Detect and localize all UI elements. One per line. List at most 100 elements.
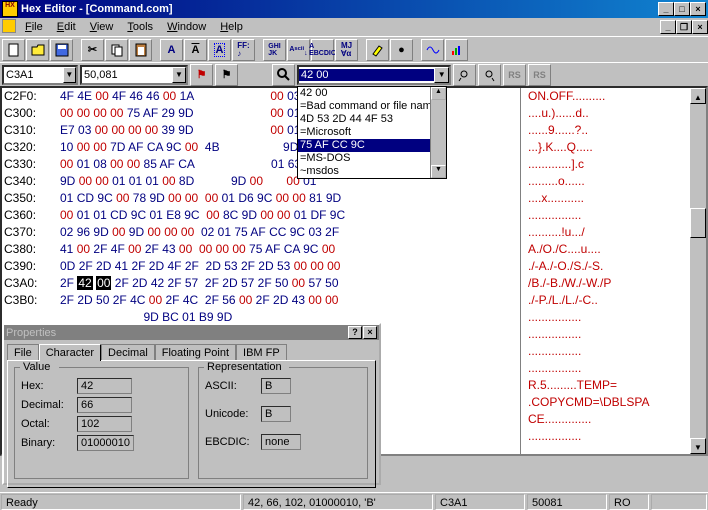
wave-button[interactable] [421,39,444,61]
open-button[interactable] [26,39,49,61]
mdi-restore-button[interactable]: ❐ [676,20,692,34]
address-dropdown-button[interactable]: ▼ [63,67,76,83]
search-combo[interactable]: ▼ [297,65,451,85]
tab-decimal[interactable]: Decimal [101,344,155,361]
offset-input[interactable] [82,69,172,81]
mdi-minimize-button[interactable]: _ [660,20,676,34]
flag-red-button[interactable]: ⚑ [190,64,213,86]
tab-character[interactable]: Character [39,344,101,361]
row-bytes[interactable]: 01 CD 9C 00 78 9D 00 00 00 01 D6 9C 00 0… [52,190,345,207]
row-bytes[interactable]: E7 03 00 00 00 00 39 9D 00 01 [52,122,304,139]
format-a3-button[interactable]: A [208,39,231,61]
hex-row[interactable]: C380:41 00 2F 4F 00 2F 43 00 00 00 00 75… [2,241,706,258]
tool-ghi-button[interactable]: GHIJK [263,39,286,61]
row-ascii[interactable]: ....u.)......d.. [528,105,589,122]
dropdown-item[interactable]: 42 00 [298,87,446,100]
hex-row[interactable]: C350:01 CD 9C 00 78 9D 00 00 00 01 D6 9C… [2,190,706,207]
chart-button[interactable] [445,39,468,61]
format-a2-button[interactable]: A [184,39,207,61]
properties-help-button[interactable]: ? [348,326,362,339]
row-bytes[interactable]: 0D 2F 2D 41 2F 2D 4F 2F 2D 53 2F 2D 53 0… [52,258,344,275]
row-ascii[interactable]: ...}.K....Q..... [528,139,593,156]
tool-ebcdic-button[interactable]: AEBCDIC [311,39,334,61]
menu-tools[interactable]: Tools [120,19,160,35]
row-ascii[interactable]: .........o...... [528,173,585,190]
save-button[interactable] [50,39,73,61]
row-bytes[interactable]: 00 01 01 CD 9C 01 E8 9C 00 8C 9D 00 00 0… [52,207,348,224]
tab-file[interactable]: File [7,344,39,361]
dropdown-item[interactable]: =Microsoft [298,126,446,139]
row-bytes[interactable]: 41 00 2F 4F 00 2F 43 00 00 00 00 75 AF C… [52,241,339,258]
row-bytes[interactable]: 9D 00 00 01 01 01 00 8D 9D 00 00 01 [52,173,320,190]
cut-button[interactable]: ✂ [81,39,104,61]
row-ascii[interactable]: ................ [528,343,581,360]
menu-edit[interactable]: Edit [50,19,83,35]
close-button[interactable]: × [690,2,706,16]
row-bytes[interactable]: 00 00 00 00 75 AF 29 9D 00 01 [52,105,304,122]
copy-button[interactable] [105,39,128,61]
rs-button-1[interactable]: RS [503,64,526,86]
menu-window[interactable]: Window [160,19,213,35]
row-ascii[interactable]: ................ [528,207,581,224]
tab-floating-point[interactable]: Floating Point [155,344,236,361]
address-combo[interactable]: ▼ [2,65,78,85]
row-ascii[interactable]: CE.............. [528,411,591,428]
hex-row[interactable]: C390:0D 2F 2D 41 2F 2D 4F 2F 2D 53 2F 2D… [2,258,706,275]
row-bytes[interactable]: 2F 42 00 2F 2D 42 2F 57 2F 2D 57 2F 50 0… [52,275,342,292]
offset-dropdown-button[interactable]: ▼ [172,67,186,83]
row-ascii[interactable]: ./-P./L./L./-C.. [528,292,598,309]
row-ascii[interactable]: A./O./C....u.... [528,241,601,258]
row-ascii[interactable]: ON.OFF.......... [528,88,605,105]
menu-help[interactable]: Help [213,19,250,35]
row-bytes[interactable]: 4F 4E 00 4F 46 46 00 1A 00 03 [52,88,304,105]
menu-file[interactable]: File [18,19,50,35]
row-ascii[interactable]: ....x........... [528,190,584,207]
minimize-button[interactable]: _ [658,2,674,16]
address-input[interactable] [4,69,63,81]
hex-row[interactable]: C360:00 01 01 CD 9C 01 E8 9C 00 8C 9D 00… [2,207,706,224]
row-bytes[interactable]: 10 00 00 7D AF CA 9C 00 4B 9D 00 [52,139,318,156]
row-ascii[interactable]: .............].c [528,156,584,173]
dropdown-item[interactable]: =MS-DOS [298,152,446,165]
row-bytes[interactable]: 2F 2D 50 2F 4C 00 2F 4C 2F 56 00 2F 2D 4… [52,292,342,309]
row-ascii[interactable]: R.5.........TEMP= [528,377,617,394]
row-ascii[interactable]: ................ [528,360,581,377]
row-ascii[interactable]: ................ [528,428,581,445]
row-ascii[interactable]: /B./-B./W./-W./P [528,275,611,292]
offset-combo[interactable]: ▼ [80,65,188,85]
find-prev-button[interactable] [453,64,476,86]
properties-close-button[interactable]: × [363,326,377,339]
properties-titlebar[interactable]: Properties ? × [4,325,379,340]
search-input[interactable] [299,69,434,81]
row-ascii[interactable]: ./-A./-O./S./-S. [528,258,603,275]
find-button[interactable] [272,64,295,86]
dropdown-item[interactable]: 75 AF CC 9C [298,139,446,152]
dropdown-item[interactable]: =Bad command or file name [298,100,446,113]
hex-row[interactable]: C3B0:2F 2D 50 2F 4C 00 2F 4C 2F 56 00 2F… [2,292,706,309]
new-button[interactable] [2,39,25,61]
record-button[interactable]: ● [390,39,413,61]
row-bytes[interactable]: 00 01 08 00 00 85 AF CA 01 63 [52,156,304,173]
row-ascii[interactable]: ......9......?.. [528,122,588,139]
menu-view[interactable]: View [83,19,121,35]
mdi-close-button[interactable]: × [692,20,708,34]
row-bytes[interactable]: 02 96 9D 00 9D 00 00 00 02 01 75 AF CC 9… [52,224,343,241]
rs-button-2[interactable]: RS [528,64,551,86]
flag-black-button[interactable]: ⚑ [215,64,238,86]
hex-row[interactable]: C370:02 96 9D 00 9D 00 00 00 02 01 75 AF… [2,224,706,241]
maximize-button[interactable]: □ [674,2,690,16]
tool-ascii-button[interactable]: Ascii↓ [287,39,310,61]
dropdown-item[interactable]: ~msdos [298,165,446,178]
tool-mj-button[interactable]: MJ∀α [335,39,358,61]
search-dropdown-button[interactable]: ▼ [434,67,449,83]
row-ascii[interactable]: ................ [528,309,581,326]
hex-row[interactable]: C3A0:2F 42 00 2F 2D 42 2F 57 2F 2D 57 2F… [2,275,706,292]
dropdown-scrollbar[interactable]: ▲ ▼ [430,87,446,178]
format-ff-button[interactable]: FF:♪ [232,39,255,61]
dropdown-item[interactable]: 4D 53 2D 44 4F 53 [298,113,446,126]
row-ascii[interactable]: ................ [528,326,581,343]
highlight-button[interactable] [366,39,389,61]
row-ascii[interactable]: ..........!u.../ [528,224,585,241]
paste-button[interactable] [129,39,152,61]
find-next-button[interactable] [478,64,501,86]
